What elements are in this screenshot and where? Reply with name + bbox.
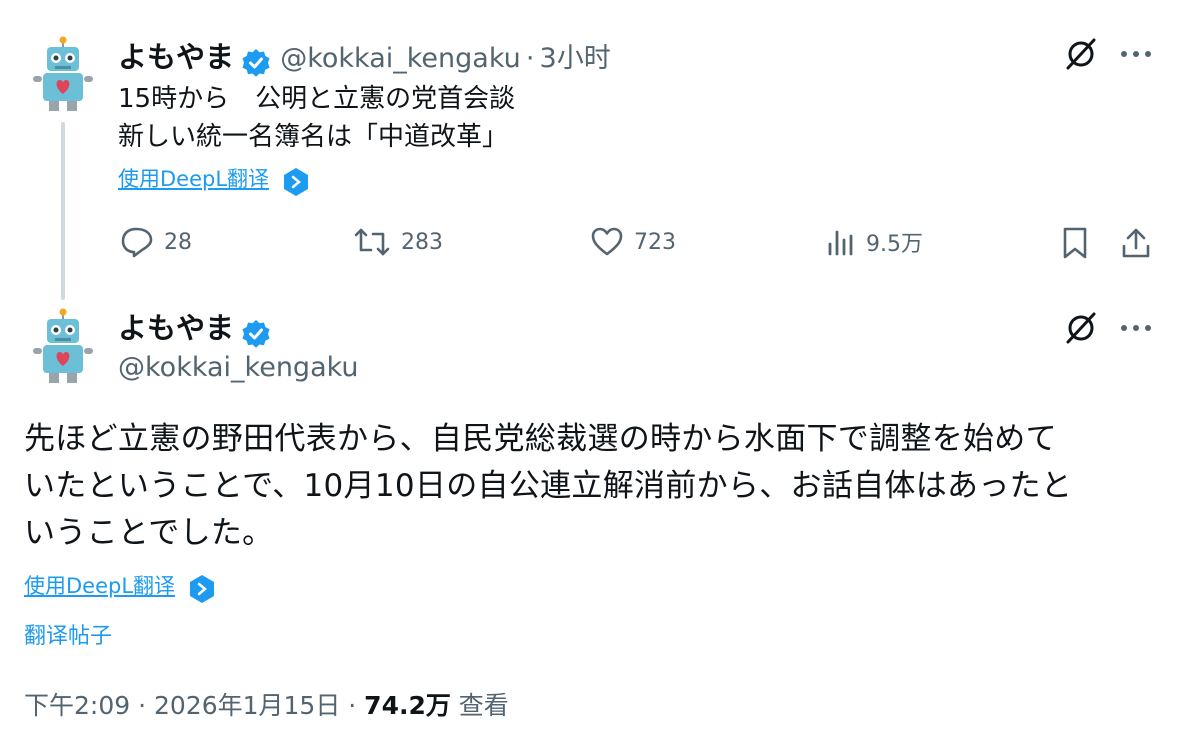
repost-button[interactable]: 283 xyxy=(353,226,443,258)
reply-button[interactable]: 28 xyxy=(120,226,192,258)
reply-icon xyxy=(121,227,153,258)
thread-line xyxy=(61,122,65,300)
tweet1-text: 15時から 公明と立憲の党首会談 新しい統一名簿名は「中道改革」 xyxy=(118,80,515,156)
views-icon xyxy=(828,230,853,256)
tweet2-text: 先ほど立憲の野田代表から、自民党総裁選の時から水面下で調整を始めて いたというこ… xyxy=(24,416,1072,557)
translate-link-row: 使用DeepL翻译 xyxy=(118,163,310,197)
more-icon[interactable] xyxy=(1118,318,1154,338)
reply-count: 28 xyxy=(164,229,192,255)
avatar[interactable] xyxy=(29,36,97,114)
translate-link[interactable]: 使用DeepL翻译 xyxy=(24,574,175,598)
display-name[interactable]: よもやま xyxy=(118,40,234,74)
grok-slash-icon[interactable] xyxy=(1063,36,1099,72)
tweet-meta: 下午2:09 · 2026年1月15日 · 74.2万 查看 xyxy=(24,686,509,722)
bookmark-icon[interactable] xyxy=(1060,226,1090,260)
handle[interactable]: @kokkai_kengaku xyxy=(118,352,359,383)
translate-link[interactable]: 使用DeepL翻译 xyxy=(118,167,269,191)
tweet-line: いうことでした。 xyxy=(24,515,274,551)
separator: · xyxy=(525,43,535,74)
repost-icon xyxy=(354,228,390,256)
views-label: 查看 xyxy=(450,691,509,720)
tweet-line: いたということで、10月10日の自公連立解消前から、お話自体はあったと xyxy=(24,468,1073,504)
like-count: 723 xyxy=(634,229,676,255)
verified-badge-icon xyxy=(241,48,271,78)
post-datetime[interactable]: 下午2:09 · 2026年1月15日 · xyxy=(24,691,364,720)
views-button[interactable]: 9.5万 xyxy=(826,226,923,258)
deepl-icon xyxy=(188,574,216,604)
like-button[interactable]: 723 xyxy=(590,226,676,258)
handle[interactable]: @kokkai_kengaku xyxy=(280,43,521,74)
views-count: 9.5万 xyxy=(866,232,923,257)
display-name[interactable]: よもやま xyxy=(118,311,234,345)
tweet1-header: よもやま @kokkai_kengaku · 3小时 xyxy=(118,36,611,78)
share-icon[interactable] xyxy=(1120,226,1152,260)
grok-slash-icon[interactable] xyxy=(1063,310,1099,346)
tweet-line: 15時から 公明と立憲の党首会談 xyxy=(118,84,516,114)
more-icon[interactable] xyxy=(1118,44,1154,64)
tweet2-name-row: よもやま xyxy=(118,310,271,349)
verified-badge-icon xyxy=(241,319,271,349)
repost-count: 283 xyxy=(401,229,443,255)
avatar[interactable] xyxy=(29,308,97,386)
post-views: 74.2万 xyxy=(364,691,451,720)
translate-link-row: 使用DeepL翻译 xyxy=(24,570,216,604)
deepl-icon xyxy=(282,167,310,197)
robot-avatar xyxy=(33,36,93,111)
tweet-line: 先ほど立憲の野田代表から、自民党総裁選の時から水面下で調整を始めて xyxy=(24,421,1057,457)
robot-avatar xyxy=(33,308,93,383)
timestamp[interactable]: 3小时 xyxy=(540,43,611,74)
like-icon xyxy=(591,227,623,256)
tweet-line: 新しい統一名簿名は「中道改革」 xyxy=(118,122,509,152)
translate-post-link[interactable]: 翻译帖子 xyxy=(24,618,112,650)
